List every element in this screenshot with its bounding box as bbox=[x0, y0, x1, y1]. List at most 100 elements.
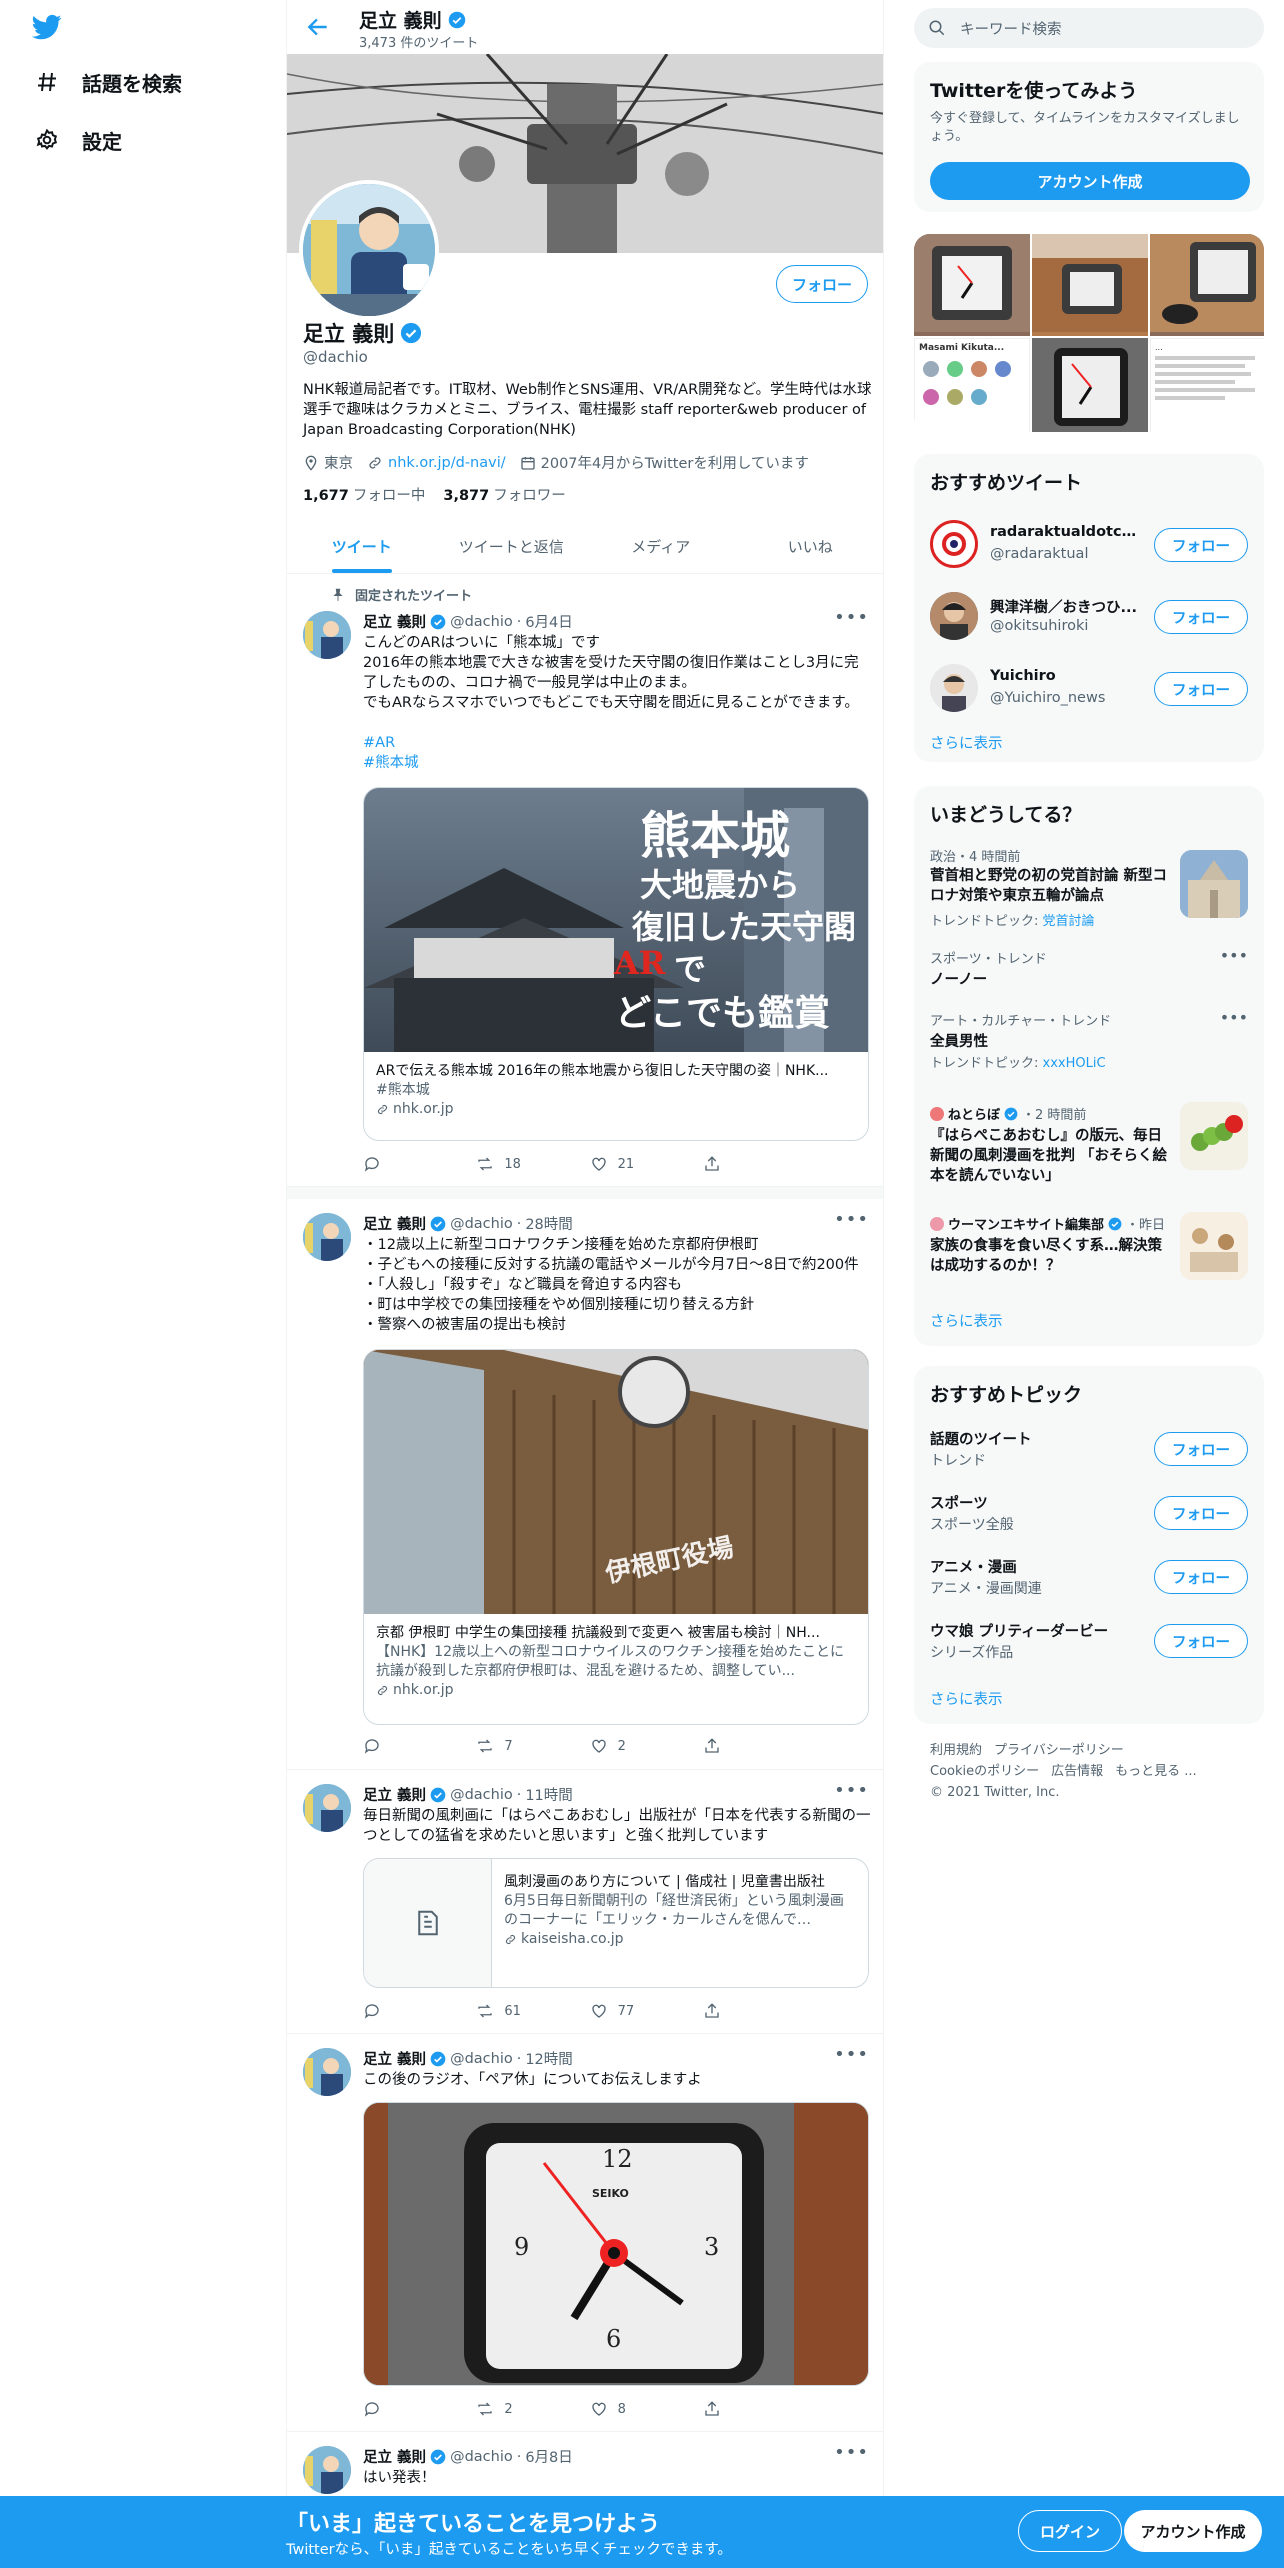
create-account-button[interactable]: アカウント作成 bbox=[930, 162, 1250, 200]
reply-button[interactable] bbox=[363, 1155, 453, 1173]
share-icon bbox=[705, 1738, 719, 1753]
media-thumb[interactable] bbox=[1150, 234, 1264, 336]
hashtag-link[interactable]: #AR bbox=[363, 733, 871, 753]
follow-button[interactable]: フォロー bbox=[1154, 600, 1248, 634]
suggested-user[interactable]: Yuichiro @Yuichiro_news フォロー bbox=[914, 650, 1264, 722]
suggested-user[interactable]: radaraktualdotcom @radaraktual フォロー bbox=[914, 506, 1264, 578]
topic-item[interactable]: ウマ娘 プリティーダービー シリーズ作品 フォロー bbox=[914, 1614, 1264, 1678]
follow-button[interactable]: フォロー bbox=[776, 265, 868, 303]
more-options-icon[interactable]: ••• bbox=[834, 2044, 869, 2065]
avatar[interactable] bbox=[303, 1784, 351, 1832]
link-card[interactable]: 熊本城 大地震から 復旧した天守閣 AR で どこでも鑑賞 ARで伝える熊本城 … bbox=[363, 787, 869, 1141]
tab-tweets-replies[interactable]: ツイートと返信 bbox=[437, 520, 587, 573]
back-arrow-icon[interactable] bbox=[305, 14, 331, 40]
tweet[interactable]: 足立 義則 @dachio · 6月8日 ••• はい発表！ bbox=[287, 2432, 883, 2502]
follow-button[interactable]: フォロー bbox=[1154, 1560, 1248, 1594]
cookie-link[interactable]: Cookieのポリシー bbox=[930, 1761, 1039, 1782]
twitter-logo-icon[interactable] bbox=[30, 12, 64, 42]
like-button[interactable]: 8 bbox=[590, 2400, 680, 2418]
more-link[interactable]: もっと見る ... bbox=[1115, 1761, 1197, 1782]
topic-item[interactable]: アニメ・漫画 アニメ・漫画関連 フォロー bbox=[914, 1550, 1264, 1614]
terms-link[interactable]: 利用規約 bbox=[930, 1740, 982, 1761]
tab-tweets[interactable]: ツイート bbox=[287, 520, 437, 573]
follow-button[interactable]: フォロー bbox=[1154, 528, 1248, 562]
more-options-icon[interactable]: ••• bbox=[1220, 1008, 1248, 1027]
more-options-icon[interactable]: ••• bbox=[834, 2442, 869, 2463]
tweet[interactable]: 足立 義則 @dachio · 11時間 ••• 毎日新聞の風刺画に「はらぺこあお… bbox=[287, 1770, 883, 2034]
link-card[interactable]: 伊根町役場 京都 伊根町 中学生の集団接種 抗議殺到で変更へ 被害届も検討｜NH… bbox=[363, 1349, 869, 1725]
avatar[interactable] bbox=[303, 2446, 351, 2494]
ads-link[interactable]: 広告情報 bbox=[1051, 1761, 1103, 1782]
follow-button[interactable]: フォロー bbox=[1154, 672, 1248, 706]
profile-url[interactable]: nhk.or.jp/d-navi/ bbox=[367, 455, 506, 471]
share-button[interactable] bbox=[703, 2400, 793, 2418]
profile-header-bar: 足立 義則 3,473 件のツイート bbox=[287, 0, 883, 54]
tweet[interactable]: 足立 義則 @dachio · 12時間 ••• この後のラジオ、「ペア休」につい… bbox=[287, 2034, 883, 2432]
follow-button[interactable]: フォロー bbox=[1154, 1624, 1248, 1658]
topic-item[interactable]: 話題のツイート トレンド フォロー bbox=[914, 1422, 1264, 1486]
like-button[interactable]: 21 bbox=[590, 1155, 680, 1173]
retweet-button[interactable]: 61 bbox=[476, 2002, 566, 2020]
tweet-header: 足立 義則 @dachio · 6月4日 bbox=[363, 613, 573, 632]
nav-settings[interactable]: 設定 bbox=[34, 120, 122, 160]
tweet[interactable]: 固定されたツイート 足立 義則 @dachio · 6月4日 ••• こんどのAR… bbox=[287, 575, 883, 1187]
avatar[interactable] bbox=[930, 664, 978, 712]
share-button[interactable] bbox=[703, 1155, 793, 1173]
privacy-link[interactable]: プライバシーポリシー bbox=[994, 1740, 1124, 1761]
media-thumb[interactable] bbox=[1032, 234, 1148, 336]
media-thumb[interactable] bbox=[1032, 338, 1148, 432]
tab-media[interactable]: メディア bbox=[586, 520, 736, 573]
search-input[interactable]: キーワード検索 bbox=[914, 8, 1264, 48]
topic-item[interactable]: スポーツ スポーツ全般 フォロー bbox=[914, 1486, 1264, 1550]
profile-avatar[interactable] bbox=[299, 180, 439, 320]
more-options-icon[interactable]: ••• bbox=[834, 1209, 869, 1230]
reply-button[interactable] bbox=[363, 1737, 453, 1755]
retweet-button[interactable]: 7 bbox=[476, 1737, 566, 1755]
media-thumb[interactable]: Masami Kikuta... bbox=[914, 338, 1030, 432]
tweet-photo[interactable]: 12 3 6 9 SEIKO bbox=[363, 2102, 869, 2386]
avatar[interactable] bbox=[303, 2048, 351, 2096]
signup-desc: 今すぐ登録して、タイムラインをカスタマイズしましょう。 bbox=[930, 111, 1240, 144]
more-options-icon[interactable]: ••• bbox=[834, 607, 869, 628]
share-button[interactable] bbox=[703, 2002, 793, 2020]
retweet-button[interactable]: 18 bbox=[476, 1155, 566, 1173]
suggested-user[interactable]: 興津洋樹／おきつひ... @okitsuhiroki フォロー bbox=[914, 578, 1264, 650]
avatar[interactable] bbox=[303, 611, 351, 659]
show-more-link[interactable]: さらに表示 bbox=[930, 1310, 1003, 1331]
like-button[interactable]: 2 bbox=[590, 1737, 680, 1755]
show-more-link[interactable]: さらに表示 bbox=[930, 732, 1003, 753]
retweet-button[interactable]: 2 bbox=[476, 2400, 566, 2418]
avatar[interactable] bbox=[930, 520, 978, 568]
login-button[interactable]: ログイン bbox=[1018, 2510, 1122, 2552]
trend-item[interactable]: ねとらぼ ・2 時間前 『はらぺこあおむし』の版元、毎日新聞の風刺漫画を批判 「… bbox=[914, 1102, 1264, 1202]
trend-item[interactable]: アート・カルチャー・トレンド 全員男性 トレンドトピック: xxxHOLiC •… bbox=[914, 1008, 1264, 1078]
show-more-link[interactable]: さらに表示 bbox=[930, 1688, 1003, 1709]
like-button[interactable]: 77 bbox=[590, 2002, 680, 2020]
share-button[interactable] bbox=[703, 1737, 793, 1755]
followers-link[interactable]: 3,877 フォロワー bbox=[443, 484, 565, 505]
tweet[interactable]: 足立 義則 @dachio · 28時間 ••• ・12歳以上に新型コロナワクチン… bbox=[287, 1199, 883, 1770]
tab-likes[interactable]: いいね bbox=[736, 520, 884, 573]
trend-item[interactable]: 政治・4 時間前 菅首相と野党の初の党首討論 新型コロナ対策や東京五輪が論点 ト… bbox=[914, 842, 1264, 938]
trend-thumbnail bbox=[1180, 1102, 1248, 1170]
media-thumb[interactable] bbox=[914, 234, 1030, 336]
signup-button[interactable]: アカウント作成 bbox=[1124, 2510, 1262, 2552]
reply-button[interactable] bbox=[363, 2002, 453, 2020]
avatar[interactable] bbox=[303, 1213, 351, 1261]
follow-button[interactable]: フォロー bbox=[1154, 1432, 1248, 1466]
verified-badge-icon bbox=[430, 614, 446, 629]
share-icon bbox=[705, 2003, 719, 2018]
more-options-icon[interactable]: ••• bbox=[1220, 946, 1248, 965]
link-card[interactable]: 風刺漫画のあり方について | 偕成社 | 児童書出版社 6月5日毎日新聞朝刊の「… bbox=[363, 1858, 869, 1988]
following-link[interactable]: 1,677 フォロー中 bbox=[303, 484, 425, 505]
media-thumb[interactable]: ... bbox=[1150, 338, 1264, 432]
reply-button[interactable] bbox=[363, 2400, 453, 2418]
nav-explore[interactable]: 話題を検索 bbox=[34, 62, 182, 102]
trend-item[interactable]: ウーマンエキサイト編集部 ・昨日 家族の食事を食い尽くす系…解決策は成功するのか… bbox=[914, 1212, 1264, 1292]
avatar[interactable] bbox=[930, 592, 978, 640]
more-options-icon[interactable]: ••• bbox=[834, 1780, 869, 1801]
follow-button[interactable]: フォロー bbox=[1154, 1496, 1248, 1530]
hashtag-link[interactable]: #熊本城 bbox=[363, 753, 871, 773]
tweet-header: 足立 義則 @dachio · 6月8日 bbox=[363, 2448, 573, 2467]
trend-item[interactable]: スポーツ・トレンド ノーノー ••• bbox=[914, 946, 1264, 1006]
